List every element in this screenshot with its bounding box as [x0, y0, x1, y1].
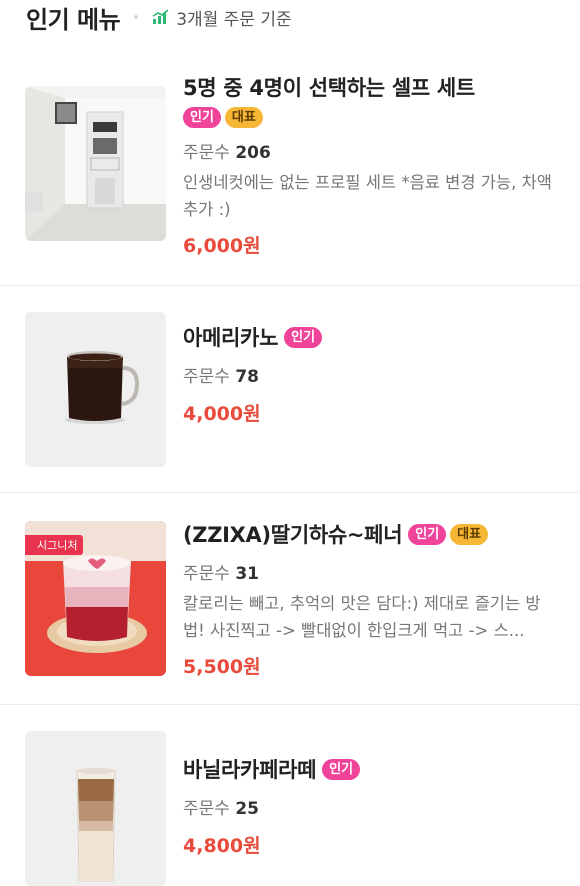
order-count-value: 78	[235, 367, 259, 387]
section-subtitle: 3개월 주문 기준	[176, 9, 292, 30]
order-count-label: 주문수	[183, 799, 230, 819]
order-count: 주문수 25	[183, 794, 560, 819]
vanilla-latte-image[interactable]	[25, 731, 166, 886]
order-count: 주문수 78	[183, 362, 560, 387]
menu-description: 인생네컷에는 없는 프로필 세트 *음료 변경 가능, 차액 추가 :)	[183, 173, 552, 219]
menu-price: 5,500원	[183, 656, 261, 678]
bar-chart-icon	[152, 9, 169, 24]
representative-badge: 대표	[224, 107, 263, 128]
americano-mug-icon	[25, 312, 166, 467]
menu-price: 6,000원	[183, 235, 261, 257]
name-row: 5명 중 4명이 선택하는 셀프 세트	[183, 72, 560, 102]
photo-booth-image[interactable]	[25, 86, 166, 241]
order-count-label: 주문수	[183, 564, 230, 584]
name-row: 바닐라카페라떼 인기	[183, 754, 560, 784]
menu-price: 4,800원	[183, 835, 261, 857]
popular-badge: 인기	[408, 523, 447, 545]
order-count: 주문수 206	[183, 138, 560, 163]
menu-price: 4,000원	[183, 403, 261, 425]
menu-description: 칼로리는 빼고, 추억의 맛은 담다:) 제대로 즐기는 방법! 사진찍고 ->…	[183, 594, 541, 640]
name-row: 아메리카노 인기	[183, 322, 560, 352]
section-title: 인기 메뉴	[26, 5, 121, 34]
photo-booth-icon	[25, 86, 166, 241]
popular-badge: 인기	[284, 326, 323, 348]
iced-latte-icon	[25, 731, 166, 886]
menu-info: 바닐라카페라떼 인기 주문수 25 4,800원	[183, 754, 560, 858]
menu-item[interactable]: 시그니처 (ZZIXA)딸기하슈~페너 인기 대표 주문수 31 칼로리는 빼고…	[0, 493, 580, 705]
signature-badge: 시그니처	[25, 535, 84, 555]
popular-badge: 인기	[183, 107, 221, 128]
menu-name: 바닐라카페라떼	[183, 758, 317, 782]
popular-menu-list: 5명 중 4명이 선택하는 셀프 세트 인기 대표 주문수 206 인생네컷에는 …	[0, 58, 580, 886]
representative-badge: 대표	[450, 523, 489, 545]
strawberry-drink-image[interactable]: 시그니처	[25, 521, 166, 676]
menu-name: (ZZIXA)딸기하슈~페너	[183, 523, 403, 547]
badge-row: 인기 대표	[183, 106, 560, 128]
order-count-value: 206	[235, 143, 271, 163]
americano-image[interactable]	[25, 312, 166, 467]
section-header: 인기 메뉴 3개월 주문 기준	[0, 0, 580, 34]
order-count-value: 31	[235, 564, 259, 584]
menu-info: 아메리카노 인기 주문수 78 4,000원	[183, 322, 560, 426]
menu-name: 5명 중 4명이 선택하는 셀프 세트	[183, 76, 475, 100]
popular-badge: 인기	[322, 758, 361, 780]
menu-name: 아메리카노	[183, 326, 279, 350]
order-count-label: 주문수	[183, 143, 230, 163]
menu-info: (ZZIXA)딸기하슈~페너 인기 대표 주문수 31 칼로리는 빼고, 추억의…	[183, 519, 560, 679]
menu-item[interactable]: 바닐라카페라떼 인기 주문수 25 4,800원	[0, 705, 580, 886]
separator-dot	[134, 15, 139, 19]
menu-item[interactable]: 5명 중 4명이 선택하는 셀프 세트 인기 대표 주문수 206 인생네컷에는 …	[0, 58, 580, 286]
order-count: 주문수 31	[183, 559, 560, 584]
order-count-label: 주문수	[183, 367, 230, 387]
menu-item[interactable]: 아메리카노 인기 주문수 78 4,000원	[0, 286, 580, 493]
order-count-value: 25	[235, 799, 259, 819]
menu-info: 5명 중 4명이 선택하는 셀프 세트 인기 대표 주문수 206 인생네컷에는 …	[183, 72, 560, 258]
name-row: (ZZIXA)딸기하슈~페너 인기 대표	[183, 519, 560, 549]
